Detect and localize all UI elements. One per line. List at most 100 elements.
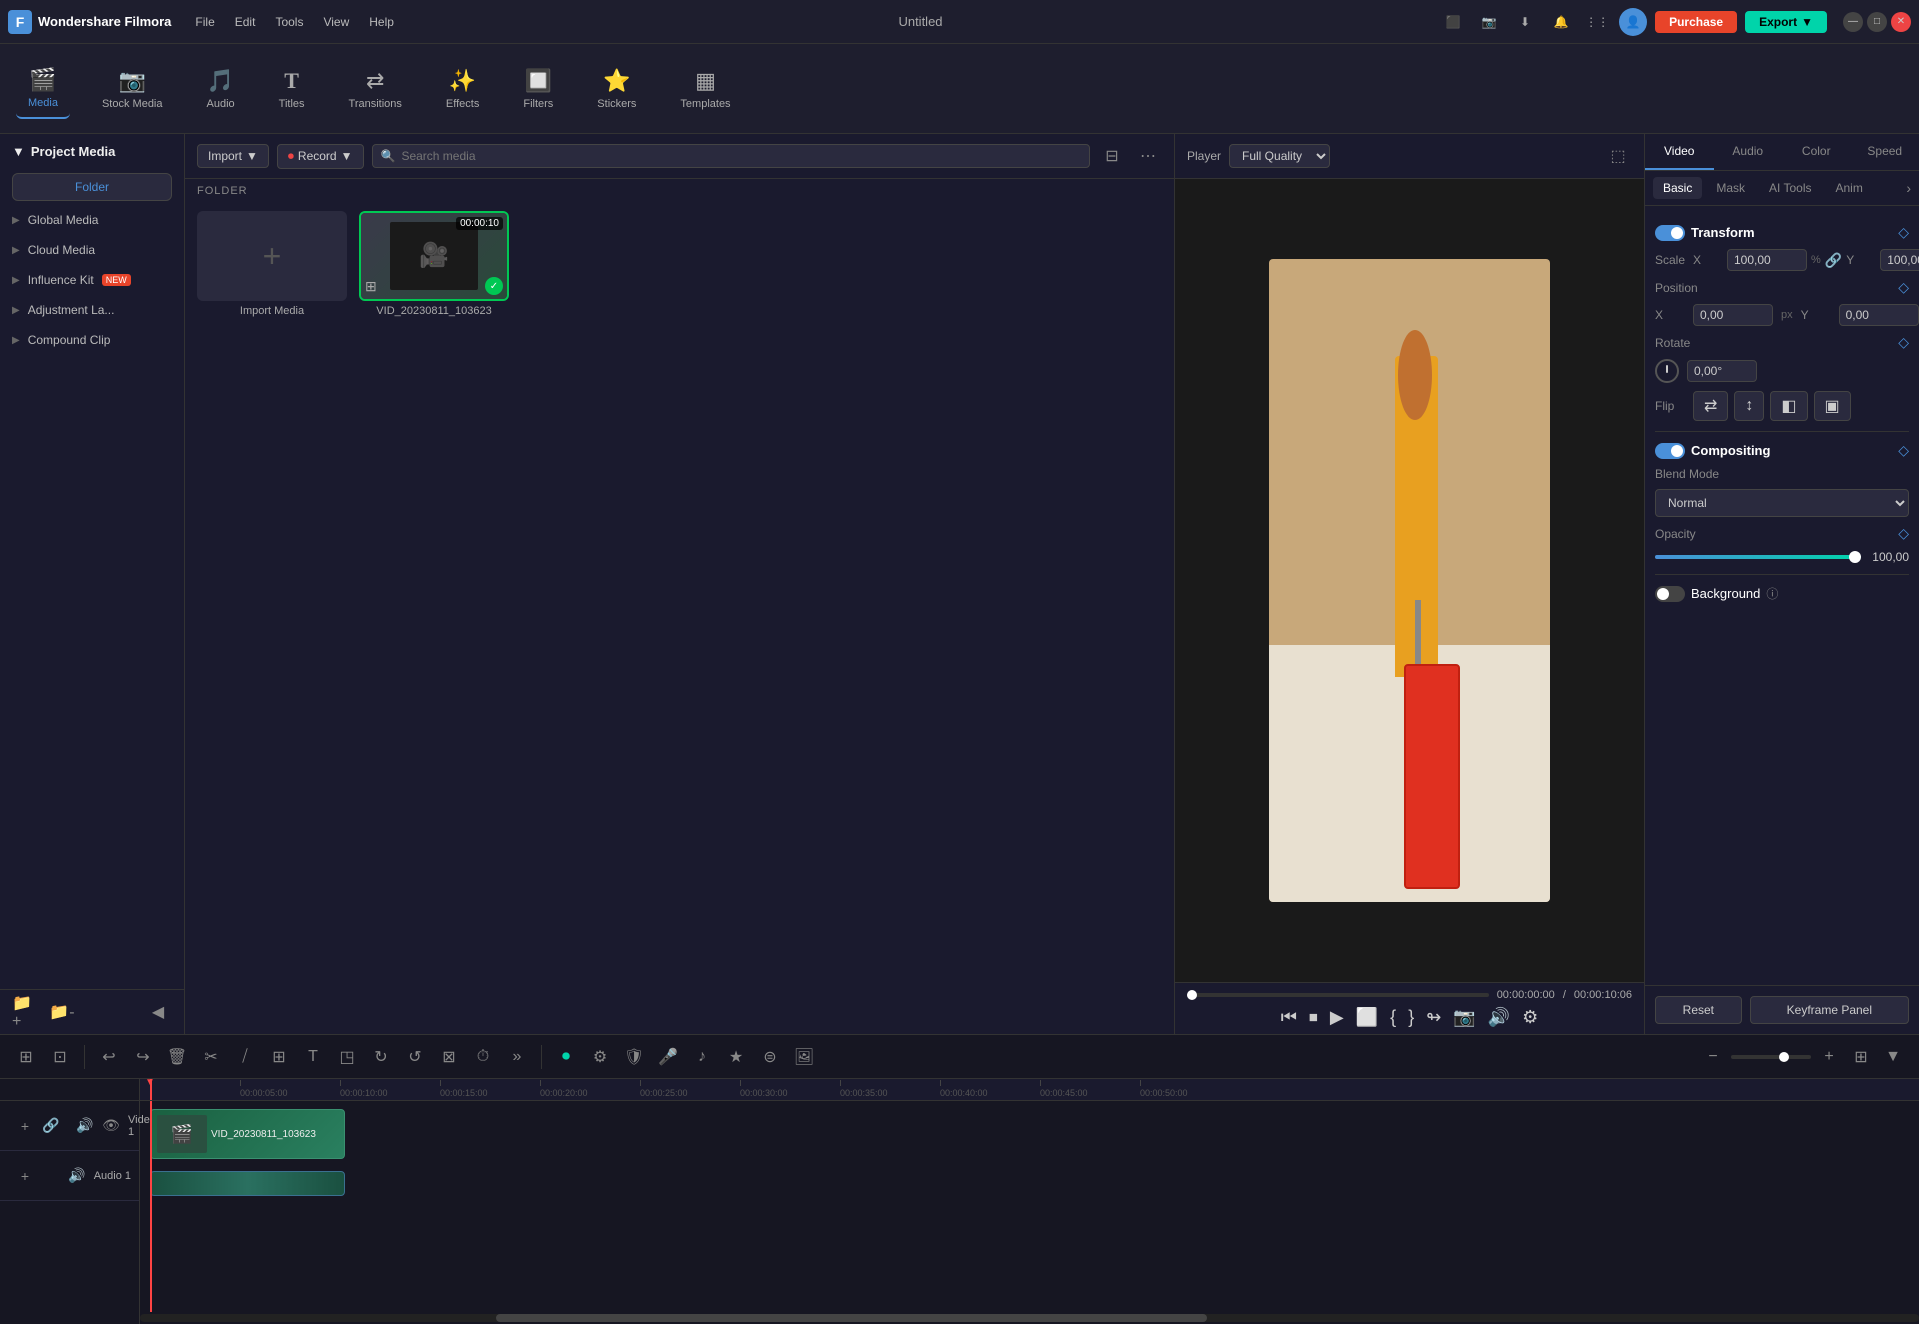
zoom-slider[interactable]: [1731, 1055, 1811, 1059]
monitor-icon[interactable]: ⬛: [1439, 8, 1467, 36]
tab-transitions[interactable]: ⇄ Transitions: [337, 60, 414, 118]
crop-button[interactable]: ⊞: [265, 1043, 293, 1071]
tab-stock-media[interactable]: 📷 Stock Media: [90, 60, 175, 118]
transform-keyframe-icon[interactable]: ◇: [1898, 224, 1909, 241]
undo-button[interactable]: ↩: [95, 1043, 123, 1071]
purchase-button[interactable]: Purchase: [1655, 11, 1737, 33]
tab-filters[interactable]: 🔲 Filters: [511, 60, 565, 118]
rotate-dial[interactable]: [1655, 359, 1679, 383]
prop-tab-mask[interactable]: Mask: [1706, 177, 1755, 199]
play-button[interactable]: ▶: [1330, 1007, 1344, 1028]
tab-templates[interactable]: ▦ Templates: [668, 60, 742, 118]
quality-select[interactable]: Full Quality Half Quality: [1229, 144, 1330, 168]
video-volume-icon[interactable]: 🔊: [74, 1115, 96, 1137]
menu-edit[interactable]: Edit: [227, 11, 264, 33]
preview-fullscreen-icon[interactable]: ⬚: [1604, 142, 1632, 170]
shield-icon[interactable]: 🛡: [620, 1043, 648, 1071]
transform-tl-button[interactable]: ⊠: [435, 1043, 463, 1071]
import-media-card[interactable]: + Import Media: [197, 211, 347, 317]
filter-icon[interactable]: ⊟: [1098, 142, 1126, 170]
scale-x-input[interactable]: [1727, 249, 1807, 271]
tab-effects[interactable]: ✨ Effects: [434, 60, 491, 118]
pos-y-input[interactable]: [1839, 304, 1919, 326]
add-to-timeline-icon[interactable]: ↬: [1426, 1007, 1441, 1028]
import-media-thumb[interactable]: +: [197, 211, 347, 301]
rotate-keyframe-icon[interactable]: ◇: [1898, 334, 1909, 351]
tab-titles[interactable]: T Titles: [267, 60, 317, 118]
tab-color[interactable]: Color: [1782, 134, 1851, 170]
notification-icon[interactable]: 🔔: [1547, 8, 1575, 36]
camera-icon[interactable]: 📷: [1475, 8, 1503, 36]
zoom-out-icon[interactable]: −: [1699, 1043, 1727, 1071]
search-input[interactable]: [401, 149, 1081, 163]
tab-speed[interactable]: Speed: [1851, 134, 1919, 170]
settings-icon[interactable]: ⚙: [1522, 1007, 1538, 1028]
snapshot-icon[interactable]: 📷: [1453, 1007, 1475, 1028]
compositing-keyframe-icon[interactable]: ◇: [1898, 442, 1909, 459]
prop-tab-more-icon[interactable]: ›: [1906, 180, 1911, 196]
timeline-scrollbar[interactable]: [140, 1314, 1919, 1322]
volume-icon[interactable]: 🔊: [1488, 1007, 1510, 1028]
sidebar-item-compound-clip[interactable]: ▶ Compound Clip: [0, 325, 184, 355]
grid-icon[interactable]: ⋮⋮: [1583, 8, 1611, 36]
tab-media[interactable]: 🎬 Media: [16, 59, 70, 119]
tab-video[interactable]: Video: [1645, 134, 1714, 170]
pos-x-input[interactable]: [1693, 304, 1773, 326]
scale-y-input[interactable]: [1880, 249, 1919, 271]
split-button[interactable]: ⧸: [231, 1043, 259, 1071]
sidebar-item-global-media[interactable]: ▶ Global Media: [0, 205, 184, 235]
fullscreen-icon[interactable]: ⬜: [1356, 1007, 1378, 1028]
preview-progress-bar[interactable]: [1187, 993, 1489, 997]
keyframe-panel-button[interactable]: Keyframe Panel: [1750, 996, 1909, 1024]
add-folder-icon[interactable]: 📁+: [12, 998, 40, 1026]
background-toggle[interactable]: [1655, 586, 1685, 602]
opacity-keyframe-icon[interactable]: ◇: [1898, 525, 1909, 542]
zoom-in-icon[interactable]: +: [1815, 1043, 1843, 1071]
collapse-panel-icon[interactable]: ◀: [144, 998, 172, 1026]
menu-view[interactable]: View: [315, 11, 357, 33]
tab-stickers[interactable]: ⭐ Stickers: [585, 60, 648, 118]
more-tl-icon[interactable]: »: [503, 1043, 531, 1071]
blend-mode-select[interactable]: Normal Multiply Screen Overlay: [1655, 489, 1909, 517]
tab-audio[interactable]: Audio: [1714, 134, 1783, 170]
magnet-icon[interactable]: ⊡: [46, 1043, 74, 1071]
import-button[interactable]: Import ▼: [197, 144, 269, 168]
sidebar-item-adjustment-layer[interactable]: ▶ Adjustment La...: [0, 295, 184, 325]
flip-horizontal-button[interactable]: ⇄: [1693, 391, 1728, 421]
record-tl-icon[interactable]: ⏺: [552, 1043, 580, 1071]
link-video-track-icon[interactable]: 🔗: [40, 1115, 62, 1137]
export-button[interactable]: Export ▼: [1745, 11, 1827, 33]
reverse-button[interactable]: ↺: [401, 1043, 429, 1071]
audio-volume-icon[interactable]: 🔊: [66, 1165, 88, 1187]
tab-audio[interactable]: 🎵 Audio: [195, 60, 247, 118]
flip-reset2-button[interactable]: ▣: [1814, 391, 1851, 421]
play-stop-icon[interactable]: ⏹: [1309, 1007, 1318, 1028]
rotate-input[interactable]: [1687, 360, 1757, 382]
menu-tools[interactable]: Tools: [267, 11, 311, 33]
video-clip[interactable]: 🎬 VID_20230811_103623: [150, 1109, 345, 1159]
remove-folder-icon[interactable]: 📁-: [48, 998, 76, 1026]
add-video-track-icon[interactable]: +: [14, 1115, 36, 1137]
mic-icon[interactable]: 🎤: [654, 1043, 682, 1071]
prop-tab-anim[interactable]: Anim: [1825, 177, 1872, 199]
overlay-icon[interactable]: ⊜: [756, 1043, 784, 1071]
layout-options-icon[interactable]: ▼: [1879, 1043, 1907, 1071]
effects-tl-icon[interactable]: ★: [722, 1043, 750, 1071]
prop-tab-ai-tools[interactable]: AI Tools: [1759, 177, 1821, 199]
group-icon[interactable]: ⊞: [12, 1043, 40, 1071]
zoom-thumb[interactable]: [1779, 1052, 1789, 1062]
minimize-button[interactable]: —: [1843, 12, 1863, 32]
timeline-scrollbar-thumb[interactable]: [496, 1314, 1208, 1322]
delete-button[interactable]: 🗑: [163, 1043, 191, 1071]
user-icon[interactable]: 👤: [1619, 8, 1647, 36]
download-icon[interactable]: ⬇: [1511, 8, 1539, 36]
ai-icon[interactable]: ⚙: [586, 1043, 614, 1071]
position-keyframe-icon[interactable]: ◇: [1898, 279, 1909, 296]
flip-reset-button[interactable]: ◧: [1770, 391, 1807, 421]
menu-help[interactable]: Help: [361, 11, 402, 33]
sidebar-item-influence-kit[interactable]: ▶ Influence Kit NEW: [0, 265, 184, 295]
prop-tab-basic[interactable]: Basic: [1653, 177, 1702, 199]
folder-button[interactable]: Folder: [12, 173, 172, 201]
opacity-slider[interactable]: [1655, 555, 1861, 559]
timer-button[interactable]: ⏱: [469, 1043, 497, 1071]
